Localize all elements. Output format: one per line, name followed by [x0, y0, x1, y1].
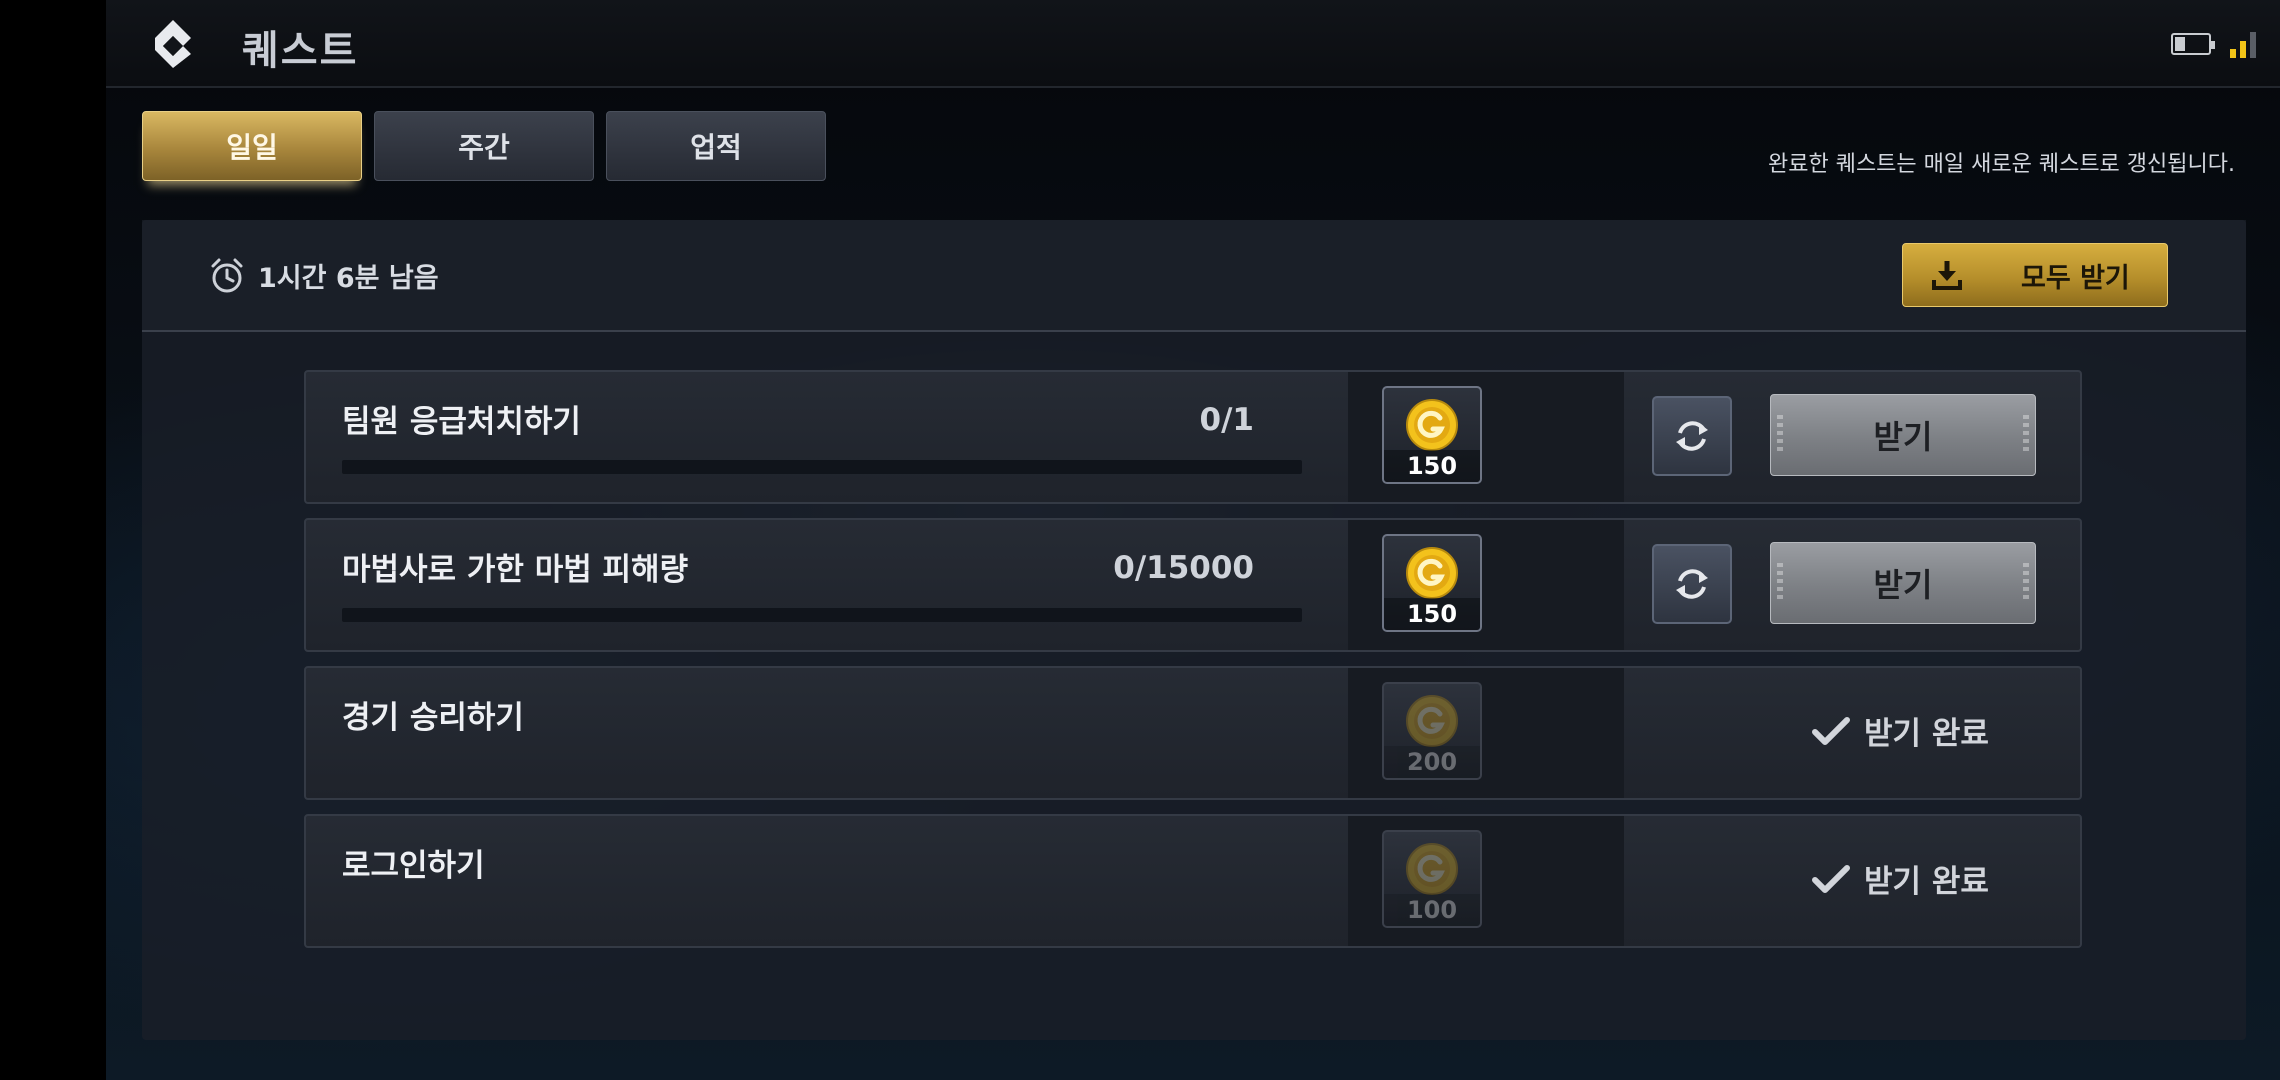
progress-bar	[342, 608, 1302, 622]
reward-box: 200	[1382, 682, 1482, 780]
reward-amount: 100	[1384, 894, 1480, 926]
checkmark-icon	[1812, 864, 1850, 893]
quest-tabs: 일일 주간 업적	[142, 111, 826, 181]
quest-title: 경기 승리하기	[342, 700, 524, 736]
quest-screen: 퀘스트 일일 주간 업적 완료한 퀘스트는 매일 새로운 퀘스트로 갱신됩니다.…	[0, 0, 2280, 1080]
reward-zone: 150	[1348, 372, 1624, 502]
claim-all-label: 모두 받기	[2021, 262, 2130, 294]
claimed-label: 받기 완료	[1864, 864, 1989, 900]
reward-box: 100	[1382, 830, 1482, 928]
claimed-status: 받기 완료	[1812, 708, 1989, 753]
reward-zone: 200	[1348, 668, 1624, 798]
gold-coin-icon	[1406, 695, 1458, 747]
battery-icon	[2171, 33, 2215, 55]
timer: 1시간 6분 남음	[208, 256, 439, 295]
quest-panel: 1시간 6분 남음 모두 받기 팀원 응급처치하기 0/1 150 받기 마법사…	[142, 220, 2246, 1040]
tab-achievements[interactable]: 업적	[606, 111, 826, 181]
quest-title: 팀원 응급처치하기	[342, 404, 581, 440]
tab-weekly[interactable]: 주간	[374, 111, 594, 181]
reward-amount: 150	[1384, 598, 1480, 630]
reroll-button[interactable]	[1652, 396, 1732, 476]
reward-amount: 150	[1384, 450, 1480, 482]
reward-zone: 150	[1348, 520, 1624, 650]
download-icon	[1917, 244, 1977, 306]
panel-header: 1시간 6분 남음 모두 받기	[142, 220, 2246, 332]
reward-box: 150	[1382, 386, 1482, 484]
reward-amount: 200	[1384, 746, 1480, 778]
claim-all-button[interactable]: 모두 받기	[1902, 243, 2168, 307]
quest-progress-text: 0/15000	[1113, 550, 1254, 586]
quest-row: 마법사로 가한 마법 피해량 0/15000 150 받기	[304, 518, 2082, 652]
timer-text: 1시간 6분 남음	[258, 263, 439, 294]
quest-title: 로그인하기	[342, 848, 485, 884]
quest-progress-text: 0/1	[1199, 402, 1254, 438]
signal-icon	[2230, 30, 2258, 58]
quest-row: 로그인하기 100 받기 완료	[304, 814, 2082, 948]
reroll-button[interactable]	[1652, 544, 1732, 624]
gold-coin-icon	[1406, 547, 1458, 599]
reward-box: 150	[1382, 534, 1482, 632]
gold-coin-icon	[1406, 843, 1458, 895]
claimed-label: 받기 완료	[1864, 716, 1989, 752]
progress-bar	[342, 460, 1302, 474]
quest-row: 경기 승리하기 200 받기 완료	[304, 666, 2082, 800]
back-logo-icon	[155, 20, 191, 68]
quest-title: 마법사로 가한 마법 피해량	[342, 552, 689, 588]
checkmark-icon	[1812, 716, 1850, 745]
gold-coin-icon	[1406, 399, 1458, 451]
refresh-icon	[1676, 421, 1708, 451]
top-bar: 퀘스트	[106, 0, 2280, 88]
page-title: 퀘스트	[242, 28, 359, 74]
alarm-clock-icon	[211, 258, 243, 292]
claim-button[interactable]: 받기	[1770, 542, 2036, 624]
refresh-icon	[1676, 569, 1708, 599]
claim-button[interactable]: 받기	[1770, 394, 2036, 476]
left-black-strip	[0, 0, 106, 1080]
refresh-notice: 완료한 퀘스트는 매일 새로운 퀘스트로 갱신됩니다.	[1767, 152, 2235, 177]
quest-row: 팀원 응급처치하기 0/1 150 받기	[304, 370, 2082, 504]
tab-daily[interactable]: 일일	[142, 111, 362, 181]
reward-zone: 100	[1348, 816, 1624, 946]
claimed-status: 받기 완료	[1812, 856, 1989, 901]
back-button[interactable]	[142, 14, 204, 74]
